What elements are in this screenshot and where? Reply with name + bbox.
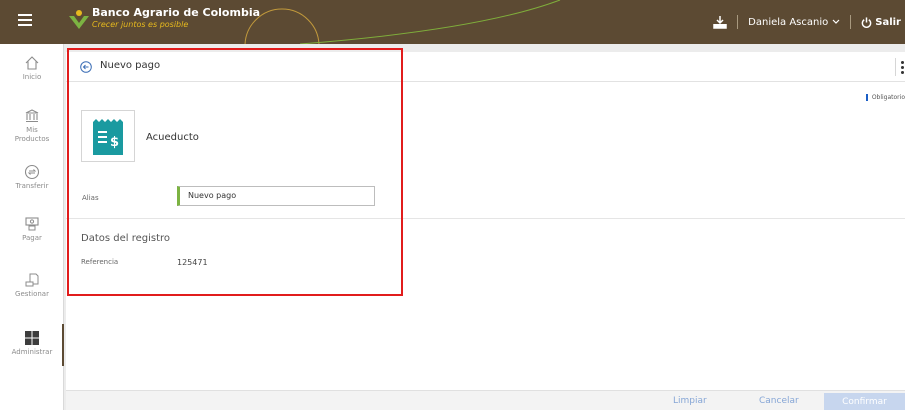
sidebar-item-mis-productos[interactable]: Mis Productos <box>0 108 64 144</box>
hamburger-menu-icon[interactable] <box>18 14 32 26</box>
back-arrow-icon[interactable] <box>80 61 92 73</box>
section-title: Datos del registro <box>81 233 171 244</box>
home-icon <box>25 56 39 70</box>
manage-icon <box>25 273 39 287</box>
clear-button[interactable]: Limpiar <box>673 396 707 406</box>
action-footer: Limpiar Cancelar Confirmar <box>66 390 905 410</box>
page-toolbar: Nuevo pago <box>66 52 905 82</box>
more-options-icon[interactable] <box>895 58 905 76</box>
payment-icon <box>25 217 39 231</box>
top-bar: Banco Agrario de Colombia Crecer juntos … <box>0 0 905 44</box>
sidebar-item-gestionar[interactable]: Gestionar <box>0 272 64 299</box>
sidebar-item-label: Inicio <box>22 73 42 81</box>
power-icon <box>861 16 872 28</box>
sidebar-item-label: Transferir <box>15 182 49 190</box>
header-separator <box>737 15 739 29</box>
logout-button[interactable]: Salir <box>861 17 905 28</box>
required-marker <box>865 94 868 101</box>
sidebar-item-transferir[interactable]: Transferir <box>0 164 64 191</box>
app-root: Banco Agrario de Colombia Crecer juntos … <box>0 0 905 410</box>
sidebar-item-inicio[interactable]: Inicio <box>0 55 64 82</box>
sidebar-item-administrar[interactable]: Administrar <box>0 324 64 366</box>
alias-input[interactable]: Nuevo pago <box>177 186 375 206</box>
header-separator <box>850 15 852 29</box>
bank-icon <box>25 109 39 123</box>
required-legend-label: Obligatorio <box>871 94 905 101</box>
chevron-down-icon <box>832 19 840 24</box>
confirm-button[interactable]: Confirmar <box>824 393 905 410</box>
transfer-icon <box>24 164 40 180</box>
cancel-button[interactable]: Cancelar <box>759 396 799 406</box>
sidebar-item-pagar[interactable]: Pagar <box>0 216 64 243</box>
logout-label: Salir <box>875 16 901 28</box>
bank-logo <box>69 10 89 29</box>
grid-icon <box>25 331 39 345</box>
brand-tagline: Crecer juntos es posible <box>92 20 189 29</box>
service-icon-card: $ <box>81 110 135 162</box>
sidebar-item-label: Gestionar <box>15 290 49 298</box>
reference-value: 125471 <box>177 258 208 267</box>
user-name: Daniela Ascanio <box>748 16 829 28</box>
page-title: Nuevo pago <box>100 60 161 71</box>
reference-label: Referencia <box>81 258 119 266</box>
brand-name: Banco Agrario de Colombia <box>92 6 261 19</box>
header-actions: Daniela Ascanio Salir <box>713 0 905 44</box>
main-panel: Nuevo pago Obligatorio $ Acueducto Alias… <box>66 52 905 410</box>
sidebar-item-label: Pagar <box>22 234 42 242</box>
download-icon[interactable] <box>713 15 727 29</box>
sidebar-item-label: Administrar <box>11 348 53 356</box>
sidebar-nav: Inicio Mis Productos Transferir Pagar Ge… <box>0 44 64 410</box>
user-menu[interactable]: Daniela Ascanio <box>748 17 840 28</box>
svg-text:$: $ <box>110 135 119 150</box>
service-name: Acueducto <box>146 132 199 143</box>
sidebar-item-label: Mis Productos <box>14 126 50 143</box>
section-divider <box>66 218 905 219</box>
receipt-dollar-icon: $ <box>93 119 123 155</box>
alias-label: Alias <box>82 194 99 202</box>
required-legend: Obligatorio <box>865 94 905 101</box>
